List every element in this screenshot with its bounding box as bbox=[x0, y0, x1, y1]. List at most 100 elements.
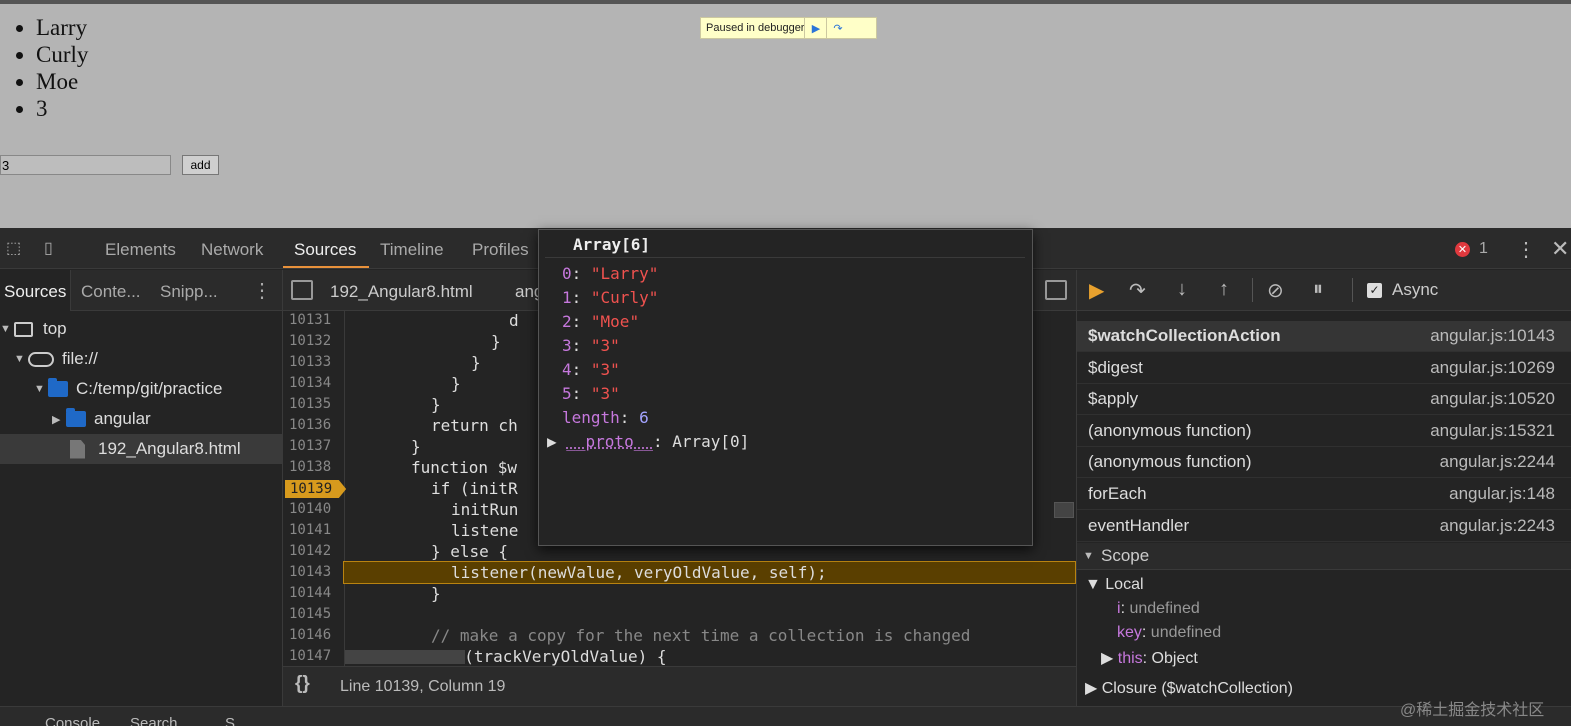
tree-item-top[interactable]: ▼ top bbox=[0, 315, 67, 343]
call-frame[interactable]: (anonymous function) angular.js:2244 bbox=[1077, 447, 1571, 479]
async-label: Async bbox=[1392, 280, 1439, 299]
vertical-scrollbar[interactable] bbox=[1054, 502, 1074, 518]
tab-elements[interactable]: Elements bbox=[105, 240, 176, 260]
line-number[interactable]: 10136 bbox=[289, 417, 331, 433]
tab-profiles[interactable]: Profiles bbox=[472, 240, 529, 260]
line-number[interactable]: 10138 bbox=[289, 459, 331, 475]
frame-function: $apply bbox=[1088, 389, 1139, 409]
line-number[interactable]: 10134 bbox=[289, 375, 331, 391]
call-frame[interactable]: eventHandler angular.js:2243 bbox=[1077, 511, 1571, 542]
tree-item-practice[interactable]: ▼ C:/temp/git/practice bbox=[34, 375, 222, 403]
pretty-print-icon[interactable]: {} bbox=[295, 673, 310, 695]
tab-sources[interactable]: Sources bbox=[294, 240, 356, 260]
code-line: initRun bbox=[451, 500, 519, 519]
paused-label: Paused in debugger bbox=[706, 22, 805, 34]
code-line: } bbox=[431, 584, 441, 603]
scope-title: Scope bbox=[1101, 546, 1150, 565]
toggle-navigator-icon[interactable] bbox=[291, 280, 313, 300]
tree-item-file[interactable]: ▼ file:// bbox=[14, 345, 98, 373]
error-icon: ✕ bbox=[1455, 241, 1470, 257]
line-number[interactable]: 10140 bbox=[289, 501, 331, 517]
line-number[interactable]: 10144 bbox=[289, 585, 331, 601]
add-button[interactable]: add bbox=[182, 155, 219, 175]
code-line: return ch bbox=[431, 416, 518, 435]
scope-header[interactable]: ▼ Scope bbox=[1077, 543, 1571, 570]
scope-var-this[interactable]: ▶ this: Object bbox=[1101, 648, 1198, 668]
tree-item-angular[interactable]: ▶ angular bbox=[52, 405, 151, 433]
chevron-down-icon: ▼ bbox=[1083, 550, 1094, 562]
code-line: } bbox=[431, 395, 441, 414]
step-over-icon[interactable]: ↷ bbox=[826, 18, 848, 38]
editor-tab-html[interactable]: 192_Angular8.html bbox=[330, 282, 473, 302]
tab-timeline[interactable]: Timeline bbox=[380, 240, 444, 260]
call-frame[interactable]: (anonymous function) angular.js:15321 bbox=[1077, 416, 1571, 447]
code-line: } bbox=[451, 374, 461, 393]
line-number[interactable]: 10135 bbox=[289, 396, 331, 412]
list-item: 3 bbox=[36, 95, 88, 122]
prop-value: 6 bbox=[639, 408, 649, 427]
line-number[interactable]: 10142 bbox=[289, 543, 331, 559]
pause-exceptions-icon[interactable]: ⏸ bbox=[1313, 278, 1323, 301]
prop-value: "3" bbox=[590, 360, 620, 379]
scope-closure[interactable]: ▶ Closure ($watchCollection) bbox=[1085, 678, 1293, 698]
device-mode-icon[interactable]: ▯ bbox=[44, 238, 68, 260]
popover-proto[interactable]: ▶ __proto__: Array[0] bbox=[547, 432, 749, 451]
navigator-menu-icon[interactable]: ⋮ bbox=[252, 278, 272, 303]
var-value: undefined bbox=[1150, 624, 1222, 641]
inspect-icon[interactable]: ⬚ bbox=[6, 238, 30, 260]
code-line: } bbox=[411, 437, 421, 456]
line-number[interactable]: 10139 bbox=[285, 480, 347, 498]
line-number[interactable]: 10133 bbox=[289, 354, 331, 370]
local-label: Local bbox=[1105, 576, 1144, 593]
tab-sources-nav[interactable]: Sources bbox=[0, 270, 72, 311]
drawer-tab[interactable]: Console bbox=[45, 715, 100, 726]
more-menu-icon[interactable]: ⋮ bbox=[1516, 237, 1536, 262]
line-number[interactable]: 10137 bbox=[289, 438, 331, 454]
async-checkbox[interactable]: ✓ Async bbox=[1367, 280, 1438, 300]
line-number[interactable]: 10146 bbox=[289, 627, 331, 643]
resume-icon[interactable]: ▶ bbox=[1089, 278, 1104, 303]
cloud-icon bbox=[28, 351, 54, 367]
drawer-tab[interactable]: S bbox=[225, 715, 235, 726]
line-number[interactable]: 10145 bbox=[289, 606, 331, 622]
tree-label: angular bbox=[94, 409, 151, 428]
code-line: function $w bbox=[411, 458, 517, 477]
tab-network[interactable]: Network bbox=[201, 240, 263, 260]
resume-icon[interactable]: ▶ bbox=[804, 18, 826, 38]
line-number[interactable]: 10147 bbox=[289, 648, 331, 664]
scope-local[interactable]: ▼ Local bbox=[1085, 576, 1144, 594]
horizontal-scrollbar[interactable] bbox=[345, 650, 465, 664]
drawer-tab[interactable]: Search bbox=[130, 715, 178, 726]
tree-item-file-html[interactable]: 192_Angular8.html bbox=[70, 435, 241, 463]
chevron-right-icon: ▶ bbox=[52, 413, 61, 426]
line-number[interactable]: 10141 bbox=[289, 522, 331, 538]
step-over-icon[interactable]: ↷ bbox=[1129, 278, 1146, 303]
call-frame[interactable]: $watchCollectionAction angular.js:10143 bbox=[1077, 321, 1571, 352]
tab-snippets[interactable]: Snipp... bbox=[160, 282, 218, 302]
popover-item: 4: "3" bbox=[562, 360, 620, 379]
tab-content-scripts[interactable]: Conte... bbox=[81, 282, 141, 302]
step-out-icon[interactable]: ↑ bbox=[1219, 278, 1229, 301]
line-number[interactable]: 10143 bbox=[289, 564, 331, 580]
step-into-icon[interactable]: ↓ bbox=[1177, 278, 1187, 301]
code-line: listener(newValue, veryOldValue, self); bbox=[451, 563, 827, 582]
error-badge[interactable]: ✕ 1 bbox=[1455, 240, 1488, 258]
popover-length: length: 6 bbox=[562, 408, 649, 427]
cursor-position: Line 10139, Column 19 bbox=[340, 678, 506, 695]
line-number[interactable]: 10132 bbox=[289, 333, 331, 349]
frame-location: angular.js:2244 bbox=[1439, 452, 1555, 472]
close-icon[interactable]: ✕ bbox=[1551, 236, 1569, 262]
debugger-toolbar: ▶ ↷ ↓ ↑ ⊘ ⏸ ✓ Async bbox=[1077, 270, 1571, 311]
folder-icon bbox=[66, 408, 86, 427]
call-frame[interactable]: forEach angular.js:148 bbox=[1077, 479, 1571, 510]
toggle-debugger-icon[interactable] bbox=[1045, 280, 1067, 300]
frame-icon bbox=[14, 321, 33, 337]
name-input[interactable] bbox=[0, 155, 171, 175]
deactivate-breakpoints-icon[interactable]: ⊘ bbox=[1267, 278, 1284, 303]
prop-value: "Larry" bbox=[590, 264, 659, 283]
call-frame[interactable]: $digest angular.js:10269 bbox=[1077, 353, 1571, 384]
frame-function: $digest bbox=[1088, 357, 1143, 377]
call-frame[interactable]: $apply angular.js:10520 bbox=[1077, 384, 1571, 416]
line-number[interactable]: 10131 bbox=[289, 312, 331, 328]
prop-key: 0 bbox=[562, 264, 572, 283]
